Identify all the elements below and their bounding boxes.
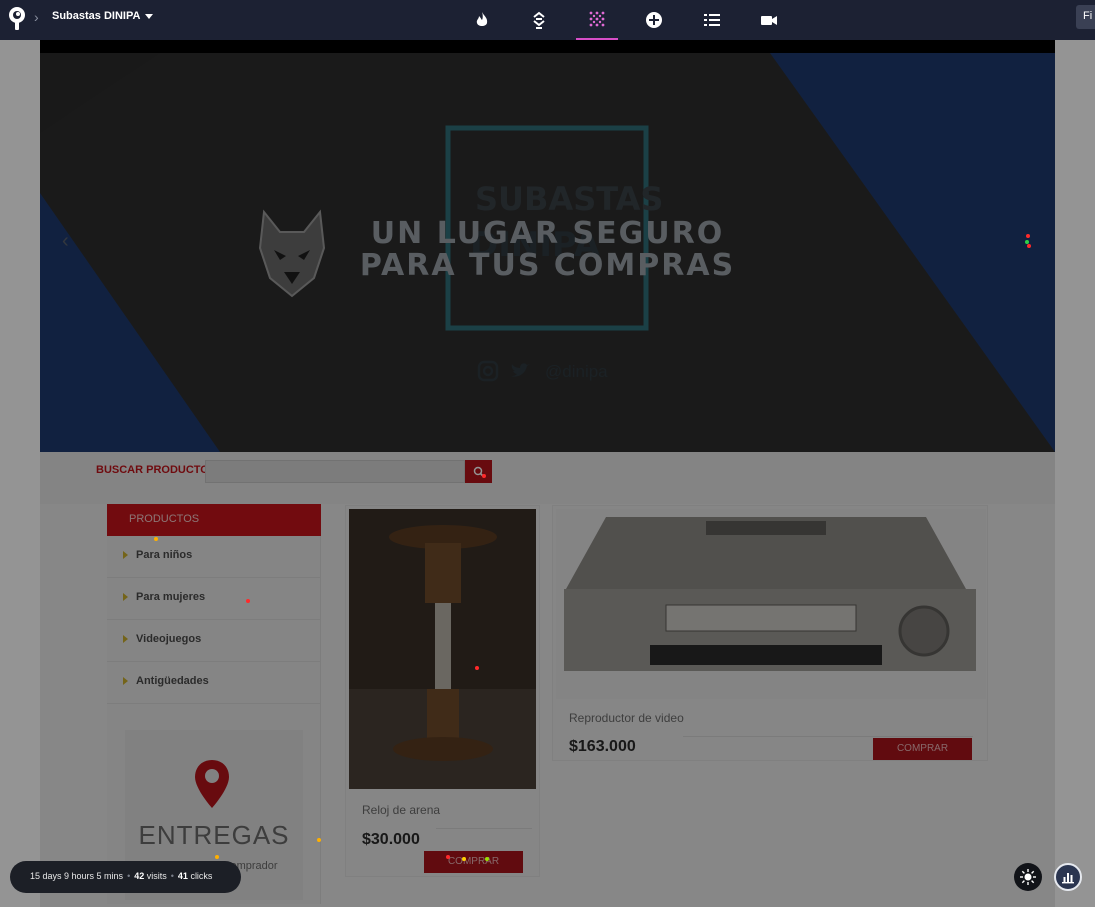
category-label: Videojuegos (136, 633, 202, 645)
vcr-image (556, 509, 986, 699)
caret-down-icon (145, 13, 154, 19)
delivery-title: ENTREGAS (138, 820, 290, 850)
hero-headline: UN LUGAR SEGURO PARA TUS COMPRAS (40, 218, 1055, 282)
right-gutter (1055, 40, 1095, 907)
recording-duration: 15 days 9 hours 5 mins (30, 871, 124, 881)
site-name-label: Subastas DINIPA (52, 10, 141, 22)
map-pin-icon (195, 760, 229, 808)
scroll-depth-icon[interactable] (518, 0, 560, 40)
divider (683, 736, 973, 737)
click-dot (475, 666, 479, 670)
click-dot (1027, 244, 1031, 248)
product-image[interactable] (349, 509, 536, 789)
product-name[interactable]: Reproductor de video (569, 711, 684, 725)
fire-icon[interactable] (461, 0, 503, 40)
toolbar-right-button-label: Fi (1083, 10, 1093, 22)
clicks-count: 41 (177, 871, 188, 881)
click-dot (482, 474, 486, 478)
stats-panel-button[interactable] (1054, 863, 1082, 891)
click-dot (1026, 234, 1030, 238)
click-dot (485, 857, 489, 861)
hourglass-image (349, 509, 536, 789)
bullet-icon (123, 635, 128, 644)
add-circle-icon[interactable] (633, 0, 675, 40)
app-logo-icon[interactable] (7, 5, 27, 31)
heatmap-dots-icon[interactable] (576, 0, 618, 40)
hero-banner: SUBASTAS DINIPA UN LUGAR SEGURO PARA TUS… (40, 40, 1055, 452)
hero-logo-word-top: SUBASTAS (475, 180, 664, 218)
left-gutter (0, 40, 40, 907)
category-item[interactable]: Antigüedades (107, 662, 321, 704)
heatmap-toolbar: › Subastas DINIPA Fi (0, 0, 1095, 40)
category-label: Para mujeres (136, 591, 206, 603)
toolbar-right-button[interactable]: Fi (1076, 5, 1095, 29)
social-handle: @dinipa (545, 362, 608, 381)
clicks-label: clicks (190, 871, 213, 881)
click-dot (462, 857, 466, 861)
search-label: BUSCAR PRODUCTO (96, 464, 209, 476)
hero-title-line1: UN LUGAR SEGURO (370, 216, 725, 251)
click-dot (154, 537, 158, 541)
carousel-prev-arrow[interactable]: ‹ (62, 230, 69, 253)
sidebar-header: PRODUCTOS (107, 504, 321, 536)
list-icon[interactable] (691, 0, 733, 40)
click-dot (246, 599, 250, 603)
recorded-page: SUBASTAS DINIPA UN LUGAR SEGURO PARA TUS… (40, 40, 1055, 907)
click-dot (215, 855, 219, 859)
product-image[interactable] (556, 509, 986, 699)
hero-title-line2: PARA TUS COMPRAS (359, 248, 736, 283)
site-selector[interactable]: Subastas DINIPA (52, 10, 154, 22)
search-button[interactable] (465, 460, 492, 483)
search-bar-row (40, 452, 1055, 504)
product-price: $30.000 (362, 831, 420, 848)
bar-chart-icon (1062, 873, 1074, 884)
bullet-icon (123, 593, 128, 602)
visits-label: visits (146, 871, 167, 881)
social-links (477, 360, 531, 382)
bullet-icon (123, 677, 128, 686)
category-label: Para niños (136, 549, 193, 561)
buy-button[interactable]: COMPRAR (424, 851, 523, 873)
theme-toggle-button[interactable] (1014, 863, 1042, 891)
video-camera-icon[interactable] (748, 0, 790, 40)
category-item[interactable]: Videojuegos (107, 620, 321, 662)
instagram-icon[interactable] (477, 360, 499, 382)
product-card[interactable]: Reproductor de video $163.000 COMPRAR (552, 505, 988, 761)
bullet-icon (123, 551, 128, 560)
hero-top-strip (40, 40, 1055, 53)
product-price: $163.000 (569, 738, 636, 755)
visits-count: 42 (134, 871, 145, 881)
category-item[interactable]: Para mujeres (107, 578, 321, 620)
category-label: Antigüedades (136, 675, 209, 687)
product-card[interactable]: Reloj de arena $30.000 COMPRAR (345, 505, 540, 877)
categories-sidebar: PRODUCTOS Para niños Para mujeres Videoj… (107, 504, 321, 904)
click-dot (317, 838, 321, 842)
divider (436, 828, 532, 829)
click-dot (446, 855, 450, 859)
recording-stats: 15 days 9 hours 5 mins • 42 visits • 41 clic… (10, 861, 241, 893)
search-input[interactable] (205, 460, 465, 483)
buy-button[interactable]: COMPRAR (873, 738, 972, 760)
category-item[interactable]: Para niños (107, 536, 321, 578)
sun-icon (1020, 869, 1036, 885)
product-name[interactable]: Reloj de arena (362, 803, 440, 817)
breadcrumb-chevron-icon: › (34, 9, 39, 25)
twitter-icon[interactable] (509, 360, 531, 382)
